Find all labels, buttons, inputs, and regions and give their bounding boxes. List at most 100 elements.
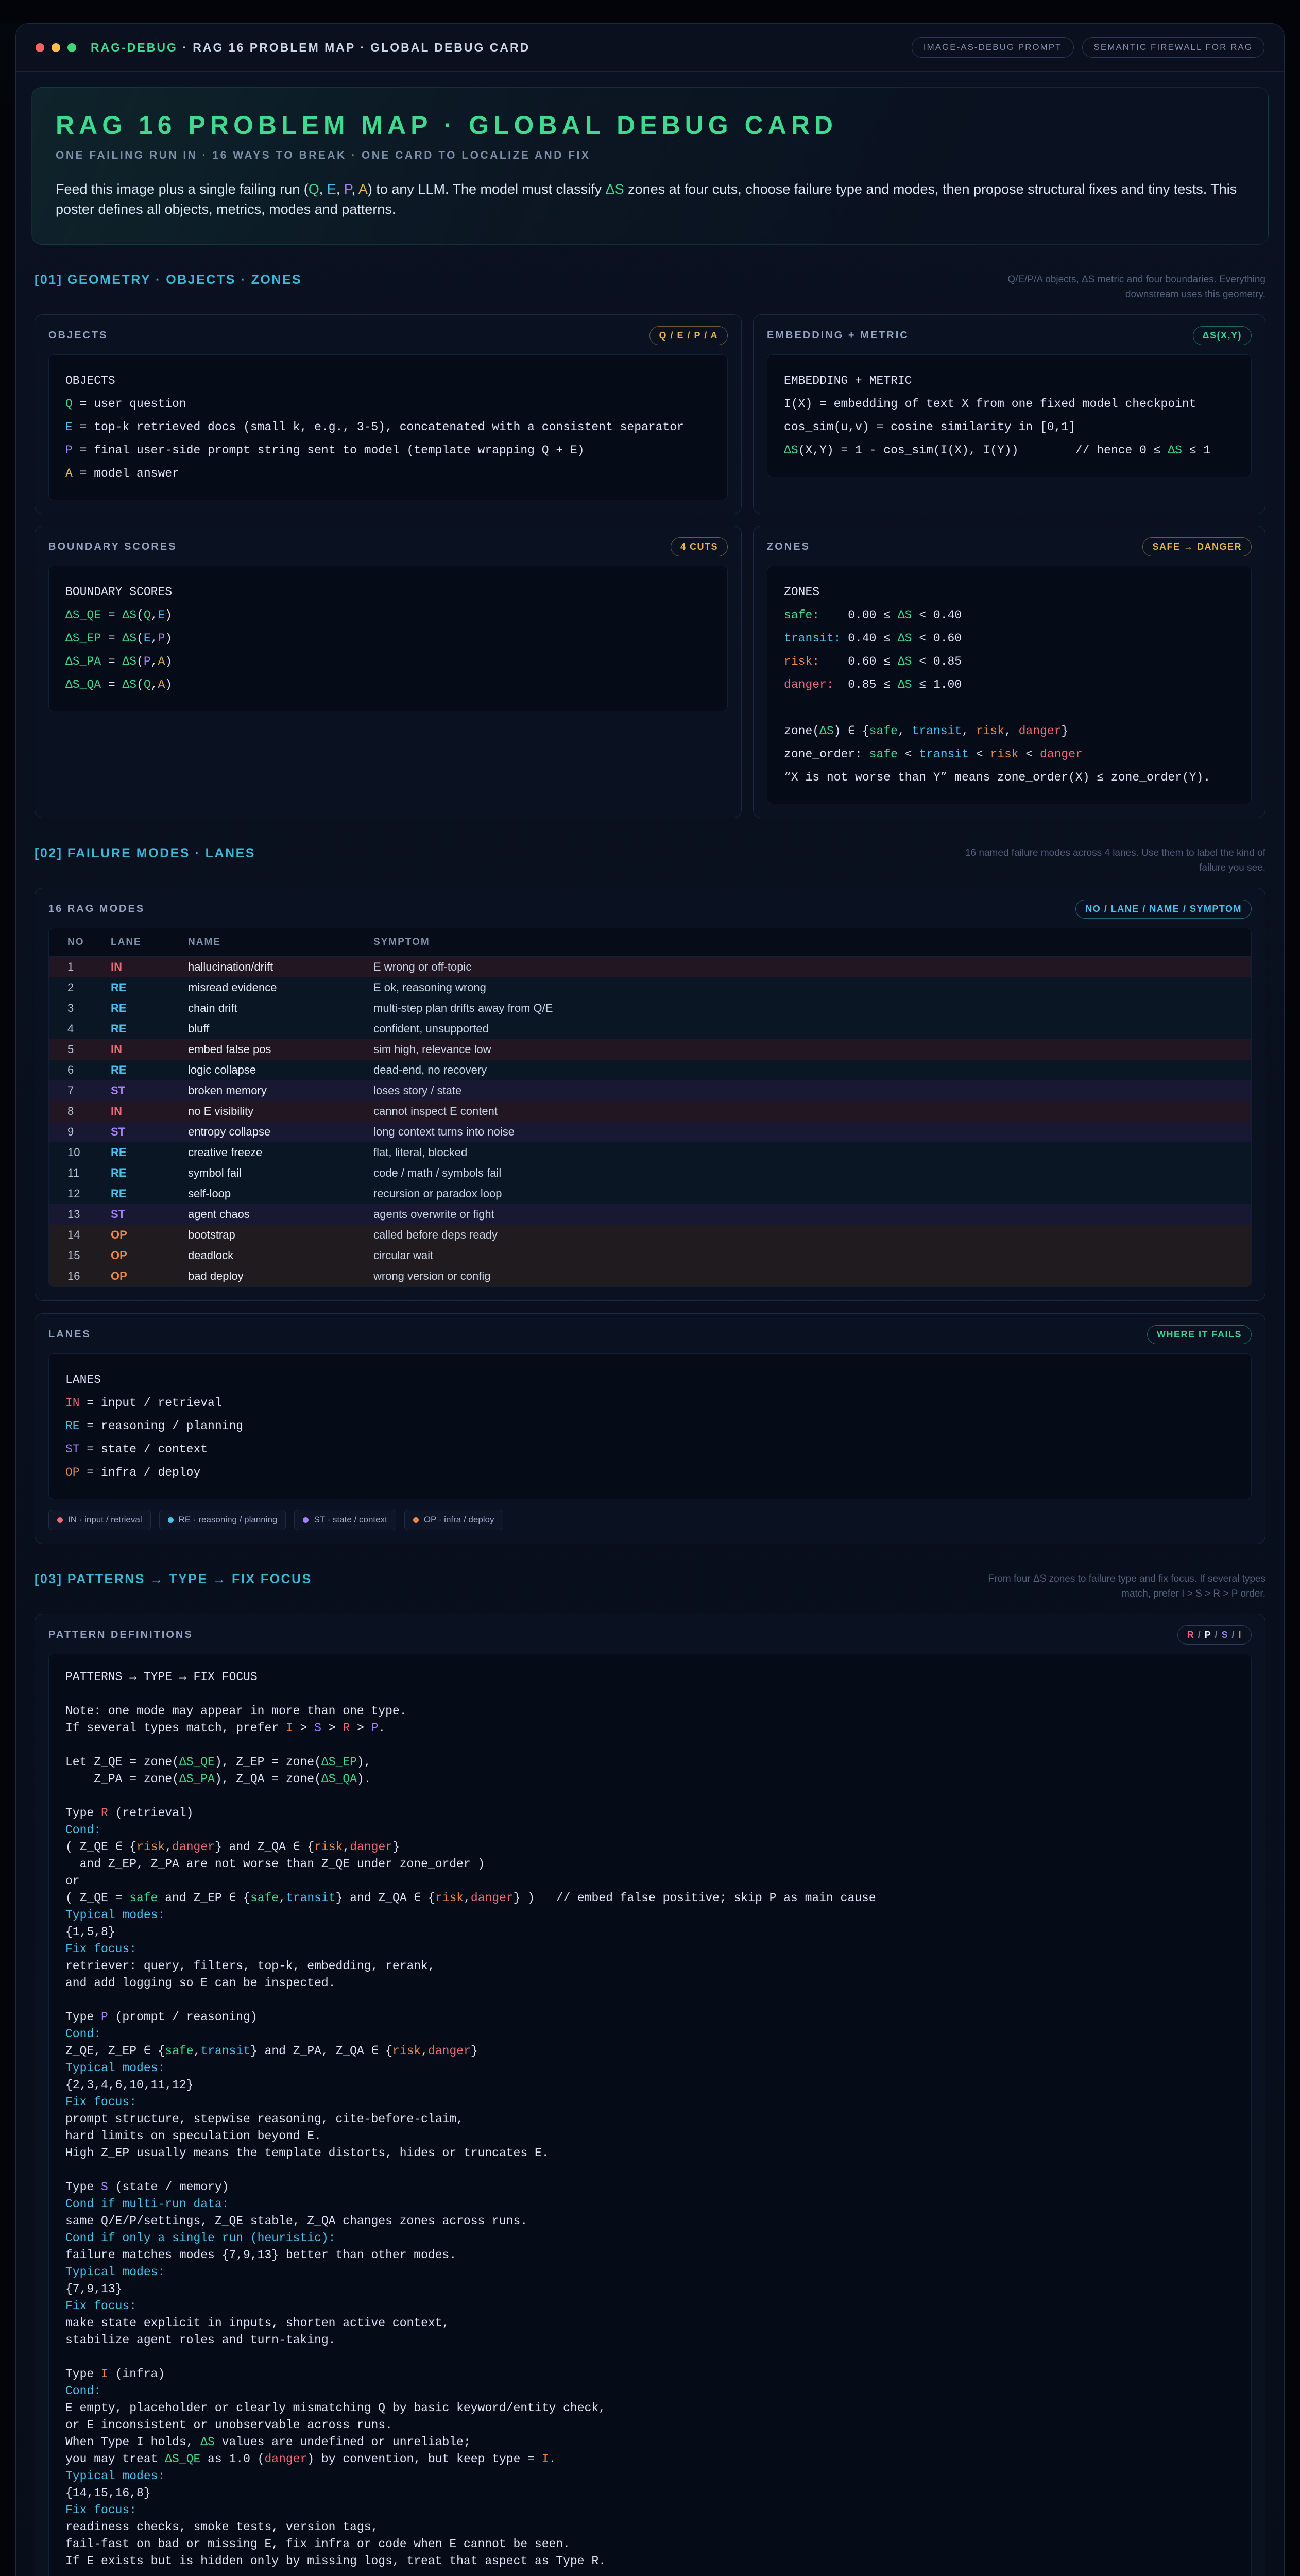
section-geometry-note: Q/E/P/A objects, ΔS metric and four boun…	[956, 273, 1265, 302]
panel-zones-badge: SAFE → DANGER	[1142, 537, 1252, 556]
panel-boundary-label: BOUNDARY SCORES	[48, 541, 177, 553]
panel-embedding-metric: EMBEDDING + METRIC ΔS(X,Y) EMBEDDING + M…	[753, 314, 1265, 514]
panel-embedding-label: EMBEDDING + METRIC	[767, 330, 909, 342]
cell-name: agent chaos	[183, 1208, 368, 1221]
code-line: RE = reasoning / planning	[65, 1415, 1235, 1438]
code-line: Cond:	[65, 1822, 1235, 1839]
cell-name: chain drift	[183, 1002, 368, 1015]
geometry-grid: OBJECTS Q / E / P / A OBJECTSQ = user qu…	[35, 314, 1265, 818]
table-row: 1INhallucination/driftE wrong or off-top…	[49, 957, 1251, 977]
lane-dot-icon	[303, 1517, 309, 1523]
code-line: Cond if only a single run (heuristic):	[65, 2230, 1235, 2247]
panel-boundary-badge: 4 CUTS	[671, 537, 728, 556]
code-line: ZONES	[784, 581, 1235, 604]
patterns-code-block: PATTERNS → TYPE → FIX FOCUS Note: one mo…	[48, 1654, 1252, 2576]
cell-name: broken memory	[183, 1084, 368, 1097]
page-subtitle: ONE FAILING RUN IN · 16 WAYS TO BREAK · …	[56, 149, 1244, 162]
cell-symptom: sim high, relevance low	[368, 1043, 1251, 1056]
code-line: ΔS(X,Y) = 1 - cos_sim(I(X), I(Y)) // hen…	[784, 439, 1235, 462]
code-line: ΔS_EP = ΔS(E,P)	[65, 627, 711, 650]
code-line: {7,9,13}	[65, 2281, 1235, 2298]
code-line: prompt structure, stepwise reasoning, ci…	[65, 2111, 1235, 2128]
cell-lane: ST	[106, 1125, 183, 1139]
code-line: ΔS_QE = ΔS(Q,E)	[65, 604, 711, 627]
cell-symptom: loses story / state	[368, 1084, 1251, 1097]
section-patterns: [03] PATTERNS → TYPE → FIX FOCUS From fo…	[35, 1572, 1265, 2576]
column-header-lane: LANE	[106, 937, 183, 948]
minimize-window-icon[interactable]	[52, 43, 60, 52]
cell-symptom: E wrong or off-topic	[368, 960, 1251, 974]
column-header-no: NO	[49, 937, 106, 948]
code-line: retriever: query, filters, top-k, embedd…	[65, 1958, 1235, 1975]
panel-boundary-scores: BOUNDARY SCORES 4 CUTS BOUNDARY SCORESΔS…	[35, 526, 742, 818]
code-line: ST = state / context	[65, 1438, 1235, 1461]
code-line: Fix focus:	[65, 1941, 1235, 1958]
badge-semantic-firewall: SEMANTIC FIREWALL FOR RAG	[1082, 37, 1265, 58]
code-line: ΔS_PA = ΔS(P,A)	[65, 650, 711, 673]
code-line	[784, 697, 1235, 720]
code-line: BOUNDARY SCORES	[65, 581, 711, 604]
embedding-code-block: EMBEDDING + METRICI(X) = embedding of te…	[767, 354, 1252, 477]
table-row: 5INembed false possim high, relevance lo…	[49, 1039, 1251, 1060]
code-line: danger: 0.85 ≤ ΔS ≤ 1.00	[784, 673, 1235, 697]
code-line: {1,5,8}	[65, 1924, 1235, 1941]
cell-no: 12	[49, 1187, 106, 1200]
cell-symptom: long context turns into noise	[368, 1125, 1251, 1139]
objects-code-block: OBJECTSQ = user questionE = top-k retrie…	[48, 354, 728, 500]
cell-name: self-loop	[183, 1187, 368, 1200]
section-geometry-title: [01] GEOMETRY · OBJECTS · ZONES	[35, 273, 302, 287]
page-title: RAG 16 PROBLEM MAP · GLOBAL DEBUG CARD	[56, 110, 1244, 140]
section-geometry: [01] GEOMETRY · OBJECTS · ZONES Q/E/P/A …	[35, 273, 1265, 818]
close-window-icon[interactable]	[36, 43, 44, 52]
cell-symptom: dead-end, no recovery	[368, 1063, 1251, 1077]
code-line: and add logging so E can be inspected.	[65, 1975, 1235, 1992]
boundary-code-block: BOUNDARY SCORESΔS_QE = ΔS(Q,E)ΔS_EP = ΔS…	[48, 566, 728, 711]
cell-lane: OP	[106, 1269, 183, 1283]
cell-lane: OP	[106, 1249, 183, 1262]
code-line: transit: 0.40 ≤ ΔS < 0.60	[784, 627, 1235, 650]
lane-legend-label: IN · input / retrieval	[68, 1515, 142, 1525]
code-line	[65, 1788, 1235, 1805]
code-line: LANES	[65, 1368, 1235, 1392]
panel-embedding-badge: ΔS(X,Y)	[1193, 326, 1252, 345]
code-line: or E inconsistent or unobservable across…	[65, 2417, 1235, 2434]
column-header-symptom: SYMPTOM	[368, 937, 1251, 948]
code-line	[65, 2162, 1235, 2179]
cell-no: 15	[49, 1249, 106, 1262]
panel-patterns-label: PATTERN DEFINITIONS	[48, 1629, 193, 1641]
code-line: {14,15,16,8}	[65, 2485, 1235, 2502]
cell-symptom: wrong version or config	[368, 1269, 1251, 1283]
cell-no: 4	[49, 1022, 106, 1036]
code-line: Typical modes:	[65, 2264, 1235, 2281]
table-row: 2REmisread evidenceE ok, reasoning wrong	[49, 977, 1251, 998]
hero-panel: RAG 16 PROBLEM MAP · GLOBAL DEBUG CARD O…	[31, 87, 1269, 245]
lane-legend: IN · input / retrievalRE · reasoning / p…	[48, 1510, 1252, 1530]
column-header-name: NAME	[183, 937, 368, 948]
lane-dot-icon	[168, 1517, 174, 1523]
cell-lane: RE	[106, 1022, 183, 1036]
panel-zones-label: ZONES	[767, 541, 810, 553]
table-row: 11REsymbol failcode / math / symbols fai…	[49, 1163, 1251, 1183]
cell-lane: RE	[106, 1002, 183, 1015]
code-line: Fix focus:	[65, 2298, 1235, 2315]
section-failure-modes: [02] FAILURE MODES · LANES 16 named fail…	[35, 846, 1265, 1544]
cell-symptom: flat, literal, blocked	[368, 1146, 1251, 1159]
code-line: P = final user-side prompt string sent t…	[65, 439, 711, 462]
panel-lanes: LANES WHERE IT FAILS LANESIN = input / r…	[35, 1313, 1265, 1544]
section-patterns-title: [03] PATTERNS → TYPE → FIX FOCUS	[35, 1572, 312, 1587]
code-line: or	[65, 1873, 1235, 1890]
code-line: Fix focus:	[65, 2502, 1235, 2519]
cell-symptom: E ok, reasoning wrong	[368, 981, 1251, 994]
cell-name: hallucination/drift	[183, 960, 368, 974]
cell-no: 2	[49, 981, 106, 994]
code-line: cos_sim(u,v) = cosine similarity in [0,1…	[784, 416, 1235, 439]
badge-image-as-debug-prompt: IMAGE-AS-DEBUG PROMPT	[912, 37, 1074, 58]
cell-no: 3	[49, 1002, 106, 1015]
code-line: zone(ΔS) ∈ {safe, transit, risk, danger}	[784, 720, 1235, 743]
cell-no: 8	[49, 1105, 106, 1118]
cell-lane: RE	[106, 1146, 183, 1159]
code-line: I(X) = embedding of text X from one fixe…	[784, 393, 1235, 416]
cell-lane: IN	[106, 960, 183, 974]
table-row: 4REbluffconfident, unsupported	[49, 1019, 1251, 1039]
maximize-window-icon[interactable]	[67, 43, 76, 52]
